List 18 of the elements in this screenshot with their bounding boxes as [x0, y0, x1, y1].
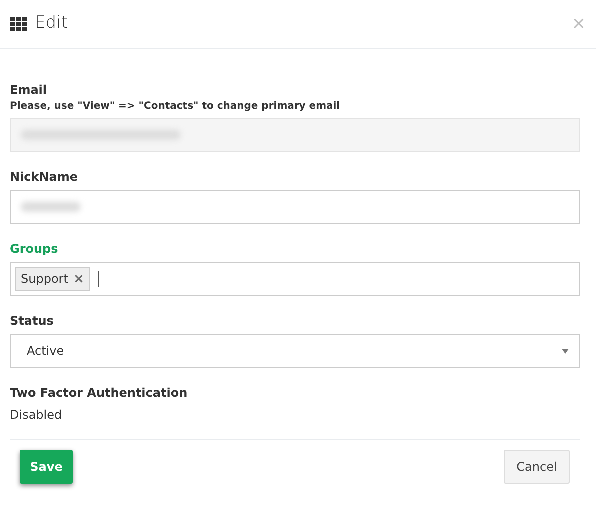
select-value: Active — [27, 343, 64, 360]
status-text: Disabled — [10, 407, 64, 424]
field-label: Two Factor Authentication — [10, 386, 189, 401]
field-label: NickName — [10, 170, 80, 185]
grid-icon — [10, 17, 27, 31]
input-field[interactable] — [10, 190, 580, 224]
field-label: Email — [10, 83, 48, 98]
cancel-button[interactable]: Cancel — [504, 450, 570, 484]
remove-tag-button[interactable]: × — [73, 272, 84, 286]
select-field[interactable]: Active — [10, 334, 580, 368]
field-label: Groups — [10, 242, 60, 257]
tags-field[interactable]: Support × — [10, 262, 580, 296]
field-hint: Please, use "View" => "Contacts" to change primary email — [10, 100, 342, 113]
dropdown-caret-icon — [562, 348, 569, 354]
field-label: Status — [10, 314, 55, 329]
dialog-title: Edit — [35, 12, 68, 36]
text-cursor — [98, 271, 100, 287]
tag-label: Support — [21, 271, 68, 288]
